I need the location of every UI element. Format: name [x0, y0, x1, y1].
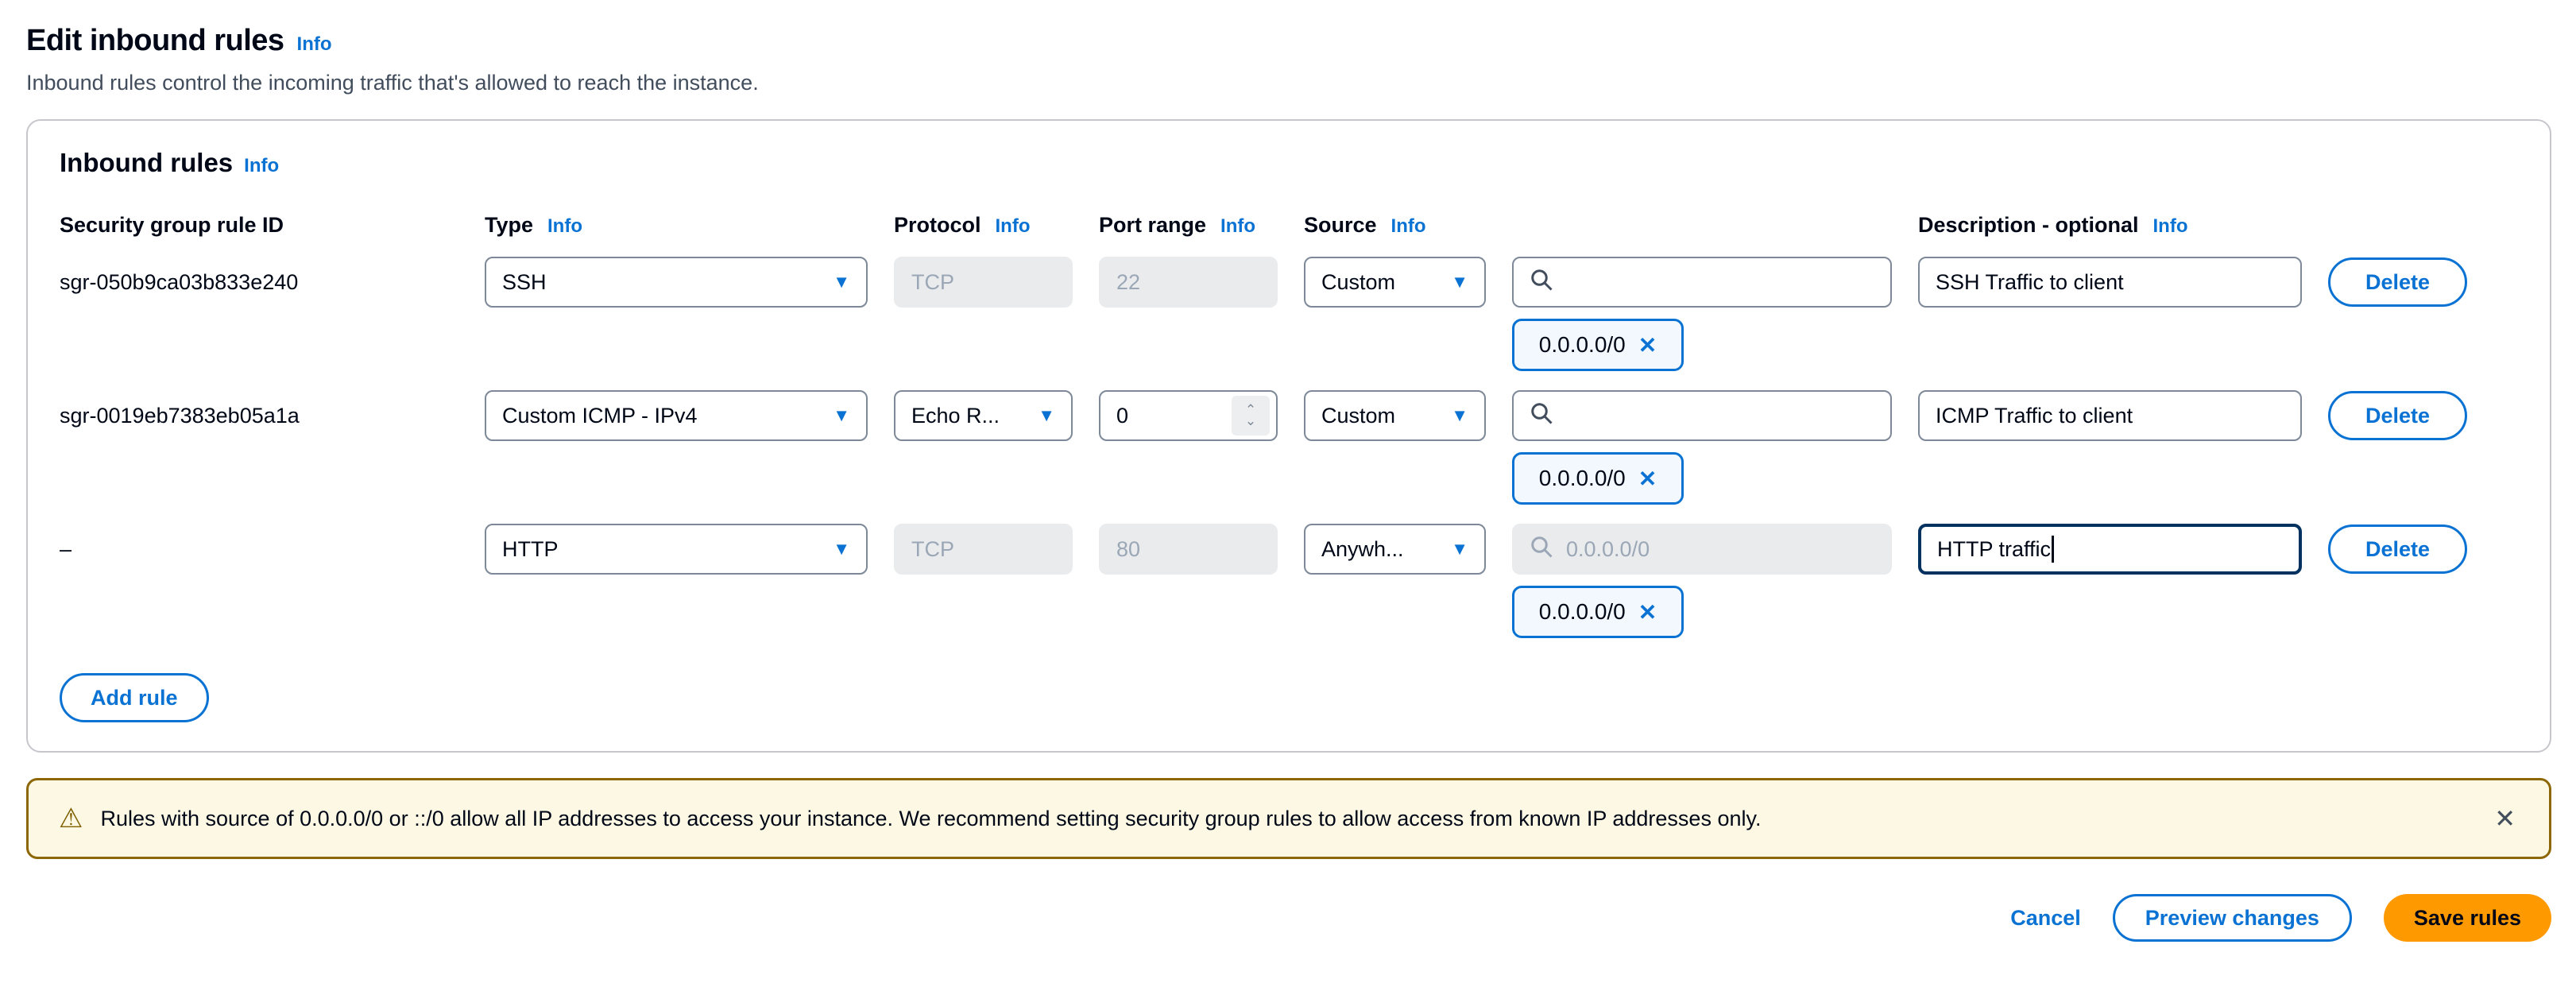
- description-value: ICMP Traffic to client: [1936, 404, 2133, 428]
- col-header-description: Description - optional: [1918, 213, 2139, 238]
- panel-info-link[interactable]: Info: [244, 155, 279, 177]
- col-header-source: Source: [1304, 213, 1377, 238]
- description-input-focused[interactable]: HTTP traffic: [1918, 524, 2302, 575]
- rule-row-http: – HTTP ▼ TCP 80 Anywh... ▼ 0.0.0.0/0 HTT…: [60, 524, 2518, 575]
- delete-button[interactable]: Delete: [2328, 257, 2467, 307]
- source-search-input-disabled: 0.0.0.0/0: [1512, 524, 1892, 575]
- delete-button[interactable]: Delete: [2328, 391, 2467, 440]
- description-input[interactable]: SSH Traffic to client: [1918, 257, 2302, 308]
- page-header: Edit inbound rules Info: [26, 24, 2551, 58]
- footer-actions: Cancel Preview changes Save rules: [26, 894, 2551, 942]
- rule-row-ssh: sgr-050b9ca03b833e240 SSH ▼ TCP 22 Custo…: [60, 257, 2518, 308]
- description-info-link[interactable]: Info: [2153, 215, 2188, 238]
- type-select[interactable]: Custom ICMP - IPv4 ▼: [485, 390, 868, 441]
- column-header-row: Security group rule ID Type Info Protoco…: [60, 213, 2518, 238]
- chevron-down-icon: ▼: [833, 407, 850, 424]
- col-header-protocol: Protocol: [894, 213, 981, 238]
- description-value: SSH Traffic to client: [1936, 270, 2124, 295]
- remove-tag-icon[interactable]: ✕: [1638, 466, 1657, 492]
- type-select-value: SSH: [502, 270, 547, 295]
- port-range-field: 80: [1099, 524, 1278, 575]
- protocol-info-link[interactable]: Info: [996, 215, 1031, 238]
- step-down-icon[interactable]: ⌄: [1245, 416, 1256, 427]
- description-value: HTTP traffic: [1937, 537, 2051, 562]
- security-group-rule-id: sgr-0019eb7383eb05a1a: [60, 404, 458, 428]
- col-header-type: Type: [485, 213, 533, 238]
- source-search-input[interactable]: [1512, 390, 1892, 441]
- page-info-link[interactable]: Info: [297, 33, 332, 56]
- security-group-rule-id: –: [60, 537, 458, 562]
- add-rule-button[interactable]: Add rule: [60, 673, 209, 722]
- protocol-select-value: Echo R...: [911, 404, 1000, 428]
- source-cidr-tag: 0.0.0.0/0 ✕: [1512, 319, 1684, 371]
- text-cursor: [2052, 536, 2054, 563]
- protocol-field: TCP: [894, 524, 1073, 575]
- number-stepper-icon[interactable]: ⌃ ⌄: [1232, 396, 1270, 435]
- source-mode-value: Anywh...: [1321, 537, 1404, 562]
- cidr-tag-value: 0.0.0.0/0: [1539, 332, 1626, 358]
- source-mode-select[interactable]: Anywh... ▼: [1304, 524, 1486, 575]
- port-range-stepper[interactable]: 0 ⌃ ⌄: [1099, 390, 1278, 441]
- type-select-value: Custom ICMP - IPv4: [502, 404, 698, 428]
- remove-tag-icon[interactable]: ✕: [1638, 332, 1657, 358]
- inbound-rules-panel: Inbound rules Info Security group rule I…: [26, 119, 2551, 753]
- port-range-value: 0: [1116, 404, 1128, 428]
- save-rules-button[interactable]: Save rules: [2384, 894, 2551, 942]
- chevron-down-icon: ▼: [833, 273, 850, 291]
- warning-text: Rules with source of 0.0.0.0/0 or ::/0 a…: [100, 807, 2474, 831]
- source-tag-row: 0.0.0.0/0 ✕: [60, 586, 2518, 638]
- source-mode-value: Custom: [1321, 404, 1395, 428]
- cancel-button[interactable]: Cancel: [2010, 906, 2081, 931]
- source-search-placeholder: 0.0.0.0/0: [1566, 537, 1650, 562]
- remove-tag-icon[interactable]: ✕: [1638, 599, 1657, 625]
- rule-row-icmp: sgr-0019eb7383eb05a1a Custom ICMP - IPv4…: [60, 390, 2518, 441]
- source-cidr-tag: 0.0.0.0/0 ✕: [1512, 586, 1684, 638]
- warning-banner: ⚠ Rules with source of 0.0.0.0/0 or ::/0…: [26, 778, 2551, 859]
- col-header-port-range: Port range: [1099, 213, 1206, 238]
- search-icon: [1530, 401, 1553, 431]
- protocol-select[interactable]: Echo R... ▼: [894, 390, 1073, 441]
- source-tag-row: 0.0.0.0/0 ✕: [60, 319, 2518, 371]
- warning-triangle-icon: ⚠: [59, 805, 83, 832]
- port-range-info-link[interactable]: Info: [1220, 215, 1255, 238]
- type-select[interactable]: SSH ▼: [485, 257, 868, 308]
- chevron-down-icon: ▼: [1451, 273, 1468, 291]
- source-mode-value: Custom: [1321, 270, 1395, 295]
- close-icon[interactable]: ✕: [2491, 803, 2519, 834]
- source-mode-select[interactable]: Custom ▼: [1304, 257, 1486, 308]
- type-select-value: HTTP: [502, 537, 559, 562]
- search-icon: [1530, 268, 1553, 297]
- cidr-tag-value: 0.0.0.0/0: [1539, 466, 1626, 491]
- page-title: Edit inbound rules: [26, 24, 284, 58]
- search-icon: [1530, 535, 1553, 564]
- chevron-down-icon: ▼: [1451, 407, 1468, 424]
- panel-title: Inbound rules: [60, 148, 233, 178]
- type-info-link[interactable]: Info: [547, 215, 582, 238]
- chevron-down-icon: ▼: [1038, 407, 1055, 424]
- page-subtitle: Inbound rules control the incoming traff…: [26, 71, 2551, 95]
- description-input[interactable]: ICMP Traffic to client: [1918, 390, 2302, 441]
- chevron-down-icon: ▼: [1451, 540, 1468, 558]
- source-tag-row: 0.0.0.0/0 ✕: [60, 452, 2518, 505]
- source-mode-select[interactable]: Custom ▼: [1304, 390, 1486, 441]
- port-range-field: 22: [1099, 257, 1278, 308]
- chevron-down-icon: ▼: [833, 540, 850, 558]
- cidr-tag-value: 0.0.0.0/0: [1539, 599, 1626, 625]
- security-group-rule-id: sgr-050b9ca03b833e240: [60, 270, 458, 295]
- source-info-link[interactable]: Info: [1391, 215, 1426, 238]
- col-header-id: Security group rule ID: [60, 213, 284, 238]
- source-cidr-tag: 0.0.0.0/0 ✕: [1512, 452, 1684, 505]
- preview-changes-button[interactable]: Preview changes: [2113, 894, 2352, 942]
- protocol-field: TCP: [894, 257, 1073, 308]
- source-search-input[interactable]: [1512, 257, 1892, 308]
- type-select[interactable]: HTTP ▼: [485, 524, 868, 575]
- delete-button[interactable]: Delete: [2328, 524, 2467, 574]
